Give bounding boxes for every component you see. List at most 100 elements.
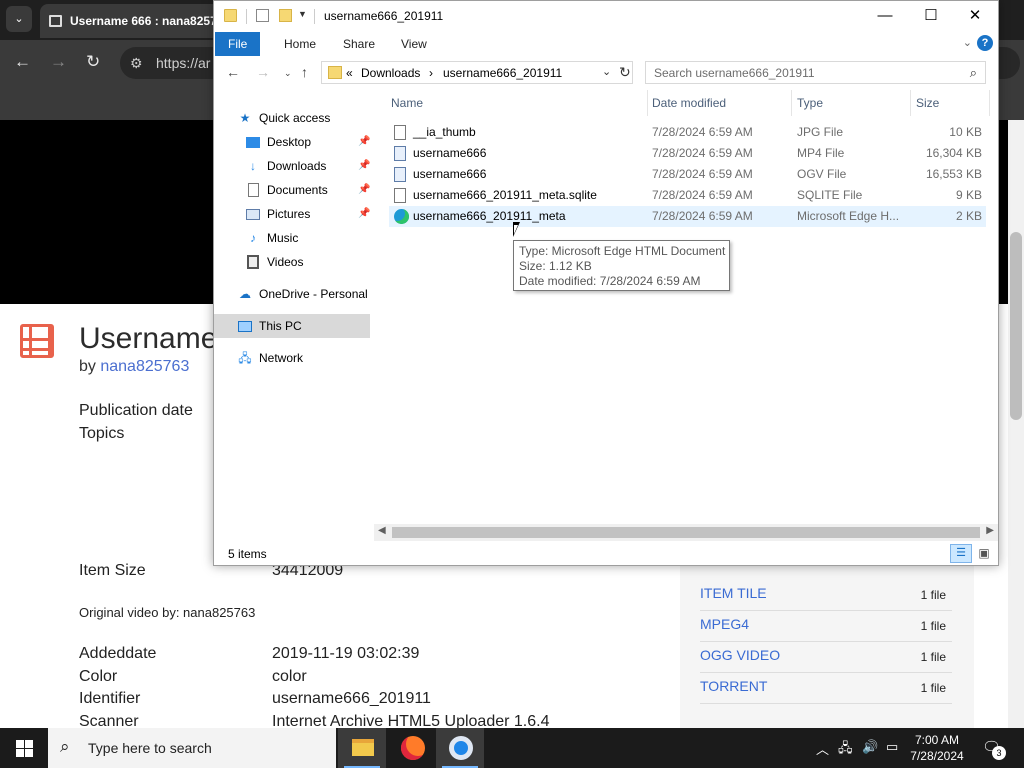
nav-this-pc[interactable]: This PC (214, 314, 370, 338)
download-link[interactable]: MPEG4 (700, 616, 749, 632)
nav-network[interactable]: 🖧 Network (214, 346, 370, 370)
firefox-icon (401, 736, 425, 760)
nav-downloads[interactable]: ↓ Downloads 📌 (214, 154, 370, 178)
page-scrollbar-thumb[interactable] (1010, 232, 1022, 420)
horizontal-scrollbar-thumb[interactable] (392, 527, 980, 538)
page-scrollbar[interactable] (1008, 120, 1024, 728)
file-type: JPG File (797, 125, 844, 139)
cloud-icon: ☁ (239, 287, 251, 301)
nav-quick-access[interactable]: ★ Quick access (214, 106, 370, 130)
address-bar[interactable]: « Downloads › username666_201911 ⌄ ↻ (321, 61, 633, 84)
horizontal-scrollbar[interactable]: ◀ ▶ (374, 524, 998, 541)
refresh-icon[interactable]: ↻ (619, 64, 631, 81)
show-hidden-icons-chevron-icon[interactable]: ︿ (816, 739, 829, 758)
meet-now-icon[interactable]: ▭ (886, 739, 898, 755)
taskbar-clock[interactable]: 7:00 AM 7/28/2024 (908, 732, 966, 764)
tab-view[interactable]: View (388, 32, 440, 56)
nav-label: Pictures (267, 207, 311, 221)
column-header-name[interactable]: Name (391, 96, 423, 110)
nav-videos[interactable]: Videos (214, 250, 370, 274)
address-history-chevron-icon[interactable]: ⌄ (602, 65, 611, 78)
taskbar-firefox[interactable] (388, 728, 436, 768)
maximize-button[interactable]: ☐ (908, 1, 954, 31)
nav-desktop[interactable]: Desktop 📌 (214, 130, 370, 154)
column-header-date[interactable]: Date modified (652, 96, 726, 110)
nav-pictures[interactable]: Pictures 📌 (214, 202, 370, 226)
pin-icon[interactable]: 📌 (358, 130, 370, 154)
tab-home[interactable]: Home (271, 32, 329, 56)
download-link[interactable]: ITEM TILE (700, 585, 767, 601)
breadcrumb-current-folder[interactable]: username666_201911 (443, 66, 562, 80)
column-header-type[interactable]: Type (797, 96, 823, 110)
up-arrow-icon[interactable]: ↑ (301, 64, 308, 80)
reload-icon[interactable]: ↻ (86, 52, 100, 72)
notification-count-badge: 3 (992, 746, 1006, 760)
breadcrumb-downloads[interactable]: Downloads (361, 66, 420, 80)
column-divider[interactable] (791, 90, 792, 116)
tab-file[interactable]: File (215, 32, 261, 56)
column-divider[interactable] (647, 90, 648, 116)
windows-start-icon[interactable] (0, 728, 48, 768)
column-header-size[interactable]: Size (916, 96, 939, 110)
music-note-icon: ♪ (250, 231, 256, 245)
file-list-scrollbar[interactable] (990, 90, 998, 525)
file-row[interactable]: username666 7/28/2024 6:59 AM MP4 File 1… (389, 143, 986, 164)
close-button[interactable]: ✕ (952, 1, 998, 31)
taskbar-search-box[interactable]: ⌕ Type here to search (48, 728, 336, 768)
back-arrow-icon[interactable]: ← (14, 52, 31, 72)
pictures-icon (246, 209, 260, 220)
file-row[interactable]: __ia_thumb 7/28/2024 6:59 AM JPG File 10… (389, 122, 986, 143)
expand-ribbon-chevron-icon[interactable]: ⌄ (963, 36, 972, 49)
forward-arrow-icon[interactable]: → (256, 64, 270, 80)
network-tray-icon[interactable]: 🖧 (838, 739, 853, 761)
chevron-right-icon[interactable]: › (429, 66, 433, 80)
network-icon: 🖧 (238, 351, 252, 365)
breadcrumb-overflow[interactable]: « (346, 66, 353, 80)
uploader-link[interactable]: nana825763 (100, 358, 189, 375)
tab-share[interactable]: Share (330, 32, 388, 56)
pin-icon[interactable]: 📌 (358, 154, 370, 178)
nav-documents[interactable]: Documents 📌 (214, 178, 370, 202)
file-name: username666 (413, 167, 487, 181)
download-link[interactable]: OGG VIDEO (700, 647, 780, 663)
column-divider[interactable] (910, 90, 911, 116)
pin-icon[interactable]: 📌 (358, 178, 370, 202)
file-row[interactable]: username666_201911_meta 7/28/2024 6:59 A… (389, 206, 986, 227)
scroll-left-arrow-icon[interactable]: ◀ (378, 525, 386, 536)
browser-tab[interactable]: Username 666 : nana8257 (40, 4, 220, 38)
archive-favicon-icon (49, 15, 62, 27)
download-row: OGG VIDEO 1 file (700, 642, 952, 673)
file-row[interactable]: username666 7/28/2024 6:59 AM OGV File 1… (389, 164, 986, 185)
identifier-label: Identifier (79, 690, 141, 707)
search-icon[interactable]: ⌕ (970, 65, 977, 81)
minimize-button[interactable]: — (862, 1, 908, 31)
help-icon[interactable]: ? (977, 35, 993, 51)
new-folder-icon[interactable] (279, 9, 292, 22)
desktop-icon (246, 137, 260, 148)
taskbar-file-explorer[interactable] (338, 728, 386, 768)
taskbar-chrome[interactable] (436, 728, 484, 768)
color-value: color (272, 668, 307, 685)
search-field[interactable]: Search username666_201911 ⌕ (645, 61, 986, 84)
scroll-right-arrow-icon[interactable]: ▶ (986, 525, 994, 536)
explorer-title-bar[interactable]: ▼ username666_201911 — ☐ ✕ (214, 1, 998, 32)
recent-locations-chevron-icon[interactable]: ⌄ (284, 68, 292, 79)
tooltip-date: Date modified: 7/28/2024 6:59 AM (519, 274, 701, 288)
details-view-icon[interactable]: ☰ (950, 544, 972, 563)
nav-music[interactable]: ♪ Music (214, 226, 370, 250)
tab-search-chevron-icon[interactable]: ⌄ (6, 6, 32, 32)
search-icon: ⌕ (60, 737, 70, 756)
pin-icon[interactable]: 📌 (358, 202, 370, 226)
forward-arrow-icon[interactable]: → (50, 52, 67, 72)
file-row[interactable]: username666_201911_meta.sqlite 7/28/2024… (389, 185, 986, 206)
volume-icon[interactable]: 🔊 (862, 739, 878, 755)
nav-label: Downloads (267, 159, 327, 173)
download-link[interactable]: TORRENT (700, 678, 767, 694)
nav-onedrive[interactable]: ☁ OneDrive - Personal (214, 282, 370, 306)
site-info-icon[interactable]: ⚙ (130, 47, 143, 79)
properties-icon[interactable] (256, 9, 269, 22)
back-arrow-icon[interactable]: ← (226, 64, 240, 80)
large-icons-view-icon[interactable]: ▣ (974, 544, 994, 563)
customize-toolbar-chevron-icon[interactable]: ▼ (298, 9, 307, 19)
taskbar-search-placeholder: Type here to search (88, 740, 212, 756)
